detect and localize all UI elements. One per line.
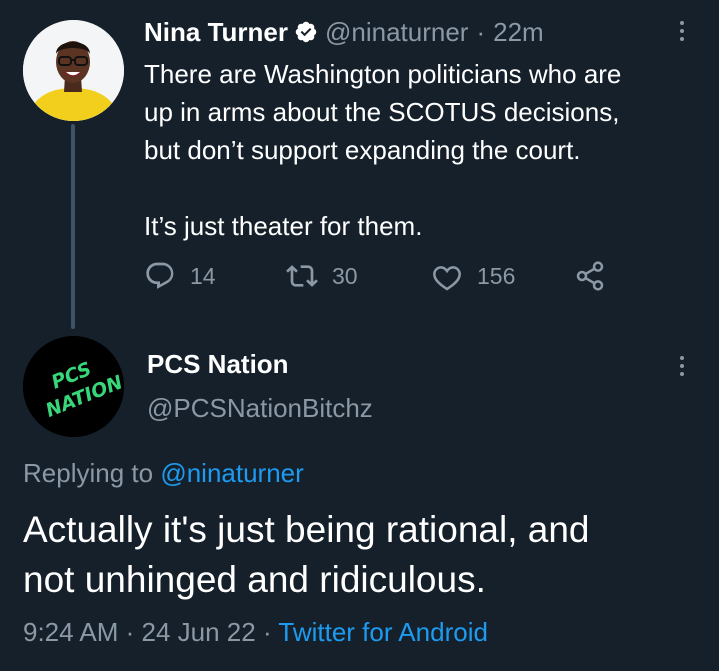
author-handle[interactable]: @ninaturner — [325, 17, 468, 48]
reply-count: 14 — [190, 262, 216, 289]
avatar-portrait — [23, 20, 124, 121]
separator: · — [476, 16, 486, 47]
thread-line — [71, 124, 75, 329]
avatar-nina-turner[interactable] — [23, 20, 124, 121]
reply-meta: 9:24 AM · 24 Jun 22 · Twitter for Androi… — [23, 617, 488, 648]
like-count: 156 — [477, 262, 516, 289]
like-button[interactable]: 156 — [431, 256, 515, 296]
more-icon[interactable] — [672, 353, 692, 379]
replying-prefix: Replying to — [23, 458, 154, 488]
tweet-line: There are Washington politicians who are — [144, 59, 622, 89]
share-icon — [576, 261, 604, 291]
avatar-pcs-nation[interactable]: PCS NATION — [23, 336, 124, 437]
tweet-line: up in arms about the SCOTUS decisions, — [144, 97, 620, 127]
reply-timestamp[interactable]: 9:24 AM · 24 Jun 22 — [23, 617, 256, 647]
retweet-icon — [286, 265, 318, 287]
retweet-count: 30 — [332, 262, 358, 289]
pcs-nation-logo: PCS NATION — [23, 336, 124, 437]
tweet-text: There are Washington politicians who are… — [144, 55, 704, 245]
reply-line: Actually it's just being rational, and — [23, 509, 590, 550]
tweet-line: It’s just theater for them. — [144, 211, 423, 241]
source-link[interactable]: Twitter for Android — [278, 617, 488, 647]
reply-author-handle[interactable]: @PCSNationBitchz — [147, 393, 373, 424]
tweet-time[interactable]: 22m — [493, 17, 544, 48]
tweet-header: Nina Turner @ninaturner · 22m — [144, 15, 544, 49]
separator: · — [262, 617, 272, 647]
replying-to: Replying to @ninaturner — [23, 458, 304, 489]
tweet-line: but don’t support expanding the court. — [144, 135, 581, 165]
reply-line: not unhinged and ridiculous. — [23, 559, 486, 600]
reply-text: Actually it's just being rational, and n… — [23, 505, 703, 605]
reply-button[interactable]: 14 — [144, 256, 216, 296]
verified-icon — [294, 20, 318, 44]
reply-author-name[interactable]: PCS Nation — [147, 349, 289, 380]
replying-handle-link[interactable]: @ninaturner — [160, 458, 303, 488]
reply-icon — [146, 262, 174, 289]
share-button[interactable] — [574, 256, 606, 296]
like-icon — [433, 266, 461, 291]
more-icon[interactable] — [672, 18, 692, 44]
retweet-button[interactable]: 30 — [286, 256, 358, 296]
tweet-actions: 14 30 156 — [144, 256, 624, 296]
author-name[interactable]: Nina Turner — [144, 17, 288, 48]
